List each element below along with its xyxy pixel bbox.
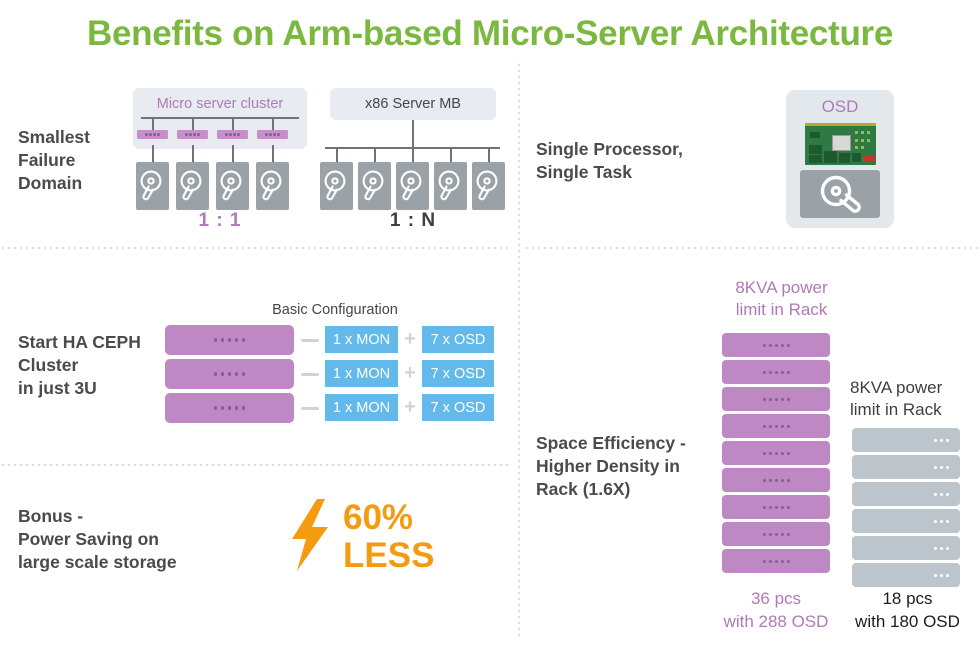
- rack-unit-purple: [722, 414, 830, 438]
- hdd-icon: [136, 162, 169, 210]
- micro-disk-link-1: [152, 145, 154, 162]
- x86-ratio-label: 1 : N: [389, 210, 437, 231]
- ceph-node-bar: [165, 359, 294, 389]
- hdd-icon: [472, 162, 505, 210]
- osd-pill: 7 x OSD: [422, 394, 494, 421]
- rack-unit-gray: [852, 482, 960, 506]
- page-title: Benefits on Arm-based Micro-Server Archi…: [86, 14, 894, 53]
- micro-node: [137, 130, 168, 139]
- micro-bus-line: [141, 117, 299, 119]
- micro-drop-4: [272, 117, 274, 130]
- infographic-root: Benefits on Arm-based Micro-Server Archi…: [0, 0, 980, 647]
- hdd-icon: [256, 162, 289, 210]
- hdd-icon: [434, 162, 467, 210]
- ceph-node-bar: [165, 325, 294, 355]
- ceph-row: 1 x MON + 7 x OSD: [165, 393, 505, 423]
- osd-card-label: OSD: [821, 97, 859, 116]
- rack-unit-purple: [722, 360, 830, 384]
- lightning-bolt-icon: [287, 499, 333, 571]
- x86-trunk-line: [412, 120, 414, 148]
- percent-value: 60%: [343, 498, 414, 537]
- micro-node: [217, 130, 248, 139]
- x86-drop-3: [412, 147, 414, 162]
- rack-unit-gray: [852, 563, 960, 587]
- hdd-icon: [320, 162, 353, 210]
- gray-rack-caption: 8KVA power limit in Rack: [850, 378, 943, 420]
- x86-drop-5: [488, 147, 490, 162]
- micro-node: [177, 130, 208, 139]
- micro-drop-2: [192, 117, 194, 130]
- x86-drop-2: [374, 147, 376, 162]
- rack-unit-purple: [722, 333, 830, 357]
- divider-left-upper: [0, 247, 512, 249]
- gray-rack-footer: 18 pcs with 180 OSD: [855, 589, 960, 631]
- ceph-connector: [301, 373, 319, 376]
- rack-unit-gray: [852, 455, 960, 479]
- hdd-icon: [358, 162, 391, 210]
- divider-left-lower: [0, 464, 512, 466]
- ceph-connector: [301, 339, 319, 342]
- osd-hdd-icon: [800, 170, 880, 218]
- section-heading-failure-domain: Smallest Failure Domain: [18, 127, 90, 194]
- osd-pill: 7 x OSD: [422, 360, 494, 387]
- rack-unit-purple: [722, 495, 830, 519]
- mon-pill: 1 x MON: [325, 360, 398, 387]
- vertical-divider: [518, 62, 520, 637]
- basic-configuration-label: Basic Configuration: [272, 302, 398, 318]
- hdd-icon: [176, 162, 209, 210]
- plus-symbol: +: [404, 328, 416, 350]
- ceph-row: 1 x MON + 7 x OSD: [165, 359, 505, 389]
- rack-unit-gray: [852, 509, 960, 533]
- x86-server-mb-box: x86 Server MB: [330, 88, 496, 120]
- mon-pill: 1 x MON: [325, 394, 398, 421]
- micro-ratio-label: 1 : 1: [198, 210, 242, 231]
- rack-unit-purple: [722, 441, 830, 465]
- percent-word: LESS: [343, 536, 435, 575]
- rack-unit-purple: [722, 387, 830, 411]
- ceph-node-bar: [165, 393, 294, 423]
- plus-symbol: +: [404, 362, 416, 384]
- section-heading-single-processor: Single Processor, Single Task: [536, 139, 683, 183]
- divider-right-upper: [524, 247, 980, 249]
- rack-unit-gray: [852, 428, 960, 452]
- mon-pill: 1 x MON: [325, 326, 398, 353]
- plus-symbol: +: [404, 396, 416, 418]
- x86-drop-1: [336, 147, 338, 162]
- circuit-board-image: [805, 123, 876, 165]
- purple-rack-footer: 36 pcs with 288 OSD: [723, 589, 829, 631]
- micro-disk-link-2: [192, 145, 194, 162]
- purple-rack-caption: 8KVA power limit in Rack: [735, 278, 828, 320]
- hdd-icon: [396, 162, 429, 210]
- rack-unit-purple: [722, 468, 830, 492]
- x86-drop-4: [450, 147, 452, 162]
- micro-server-cluster-label: Micro server cluster: [156, 96, 284, 112]
- rack-unit-purple: [722, 549, 830, 573]
- x86-server-mb-label: x86 Server MB: [365, 96, 461, 112]
- rack-unit-gray: [852, 536, 960, 560]
- micro-drop-3: [232, 117, 234, 130]
- section-heading-space-efficiency: Space Efficiency - Higher Density in Rac…: [536, 433, 686, 500]
- section-heading-ceph: Start HA CEPH Cluster in just 3U: [18, 332, 141, 399]
- micro-disk-link-4: [272, 145, 274, 162]
- micro-disk-link-3: [232, 145, 234, 162]
- hdd-icon: [216, 162, 249, 210]
- section-heading-bonus: Bonus - Power Saving on large scale stor…: [18, 506, 177, 573]
- ceph-connector: [301, 407, 319, 410]
- rack-unit-purple: [722, 522, 830, 546]
- power-saving-stat: 60% LESS: [343, 500, 473, 573]
- osd-pill: 7 x OSD: [422, 326, 494, 353]
- ceph-row: 1 x MON + 7 x OSD: [165, 325, 505, 355]
- micro-node: [257, 130, 288, 139]
- micro-drop-1: [152, 117, 154, 130]
